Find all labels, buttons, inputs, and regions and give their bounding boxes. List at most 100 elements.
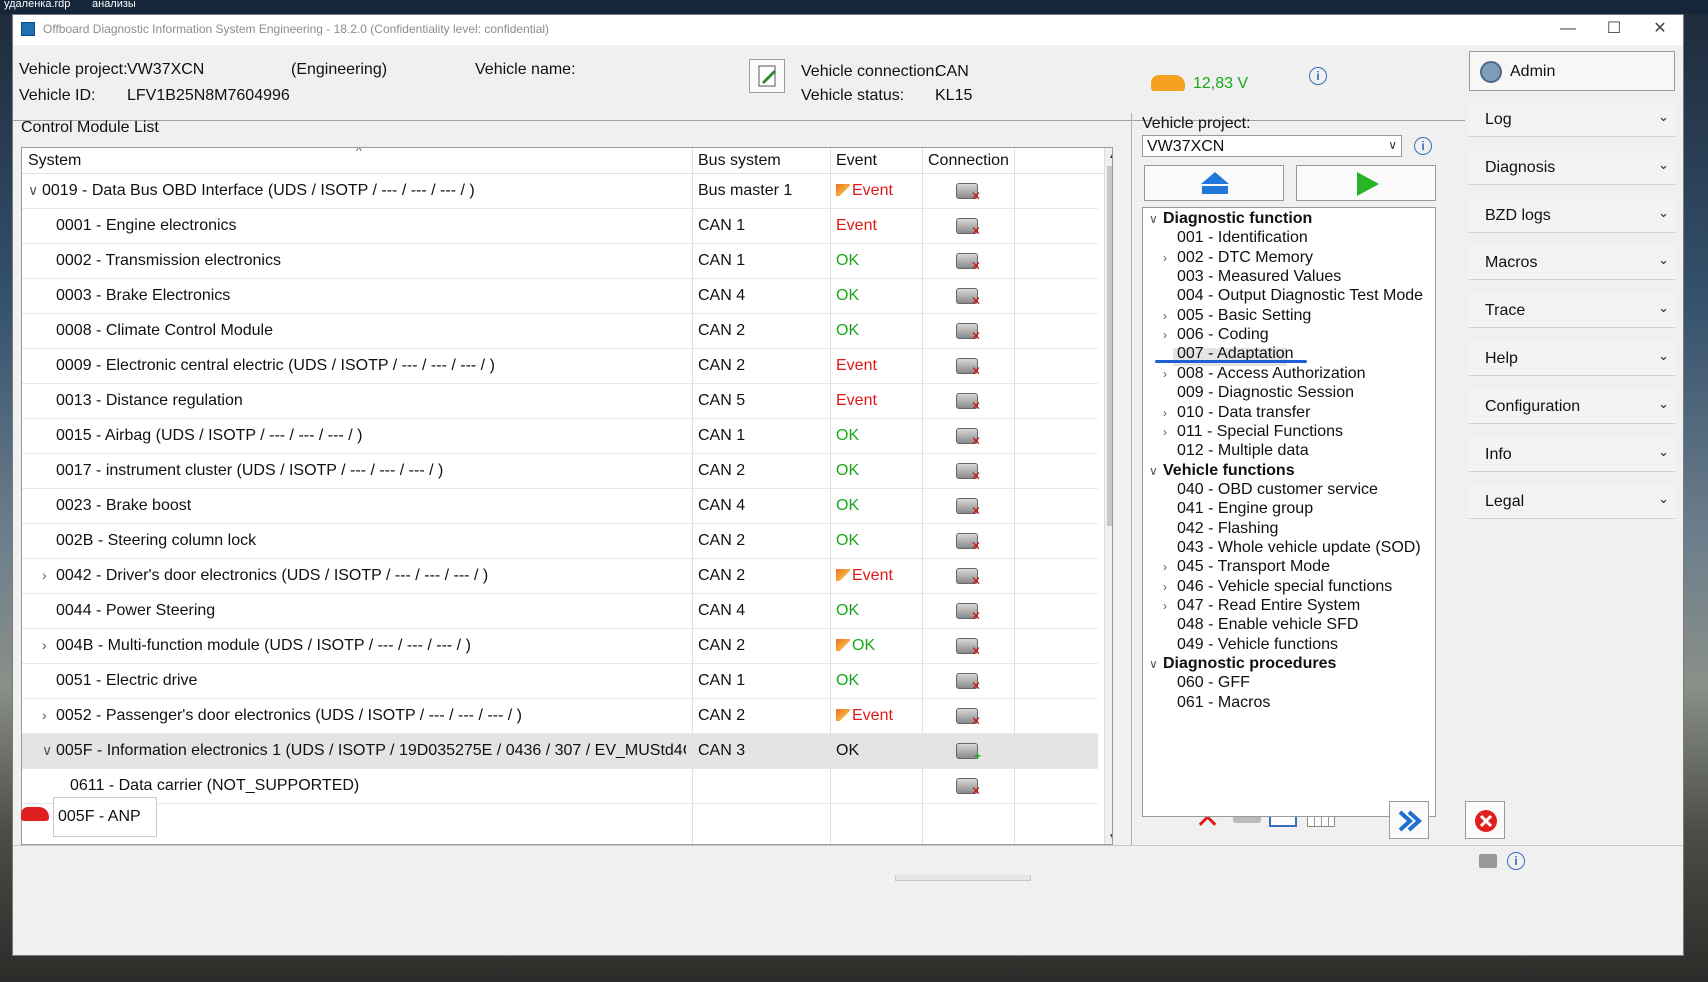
table-row[interactable]: › 0052 - Passenger's door electronics (UD… <box>22 699 1098 734</box>
table-row[interactable]: 0023 - Brake boost CAN 4 OK ✕ <box>22 489 1098 524</box>
upload-button[interactable] <box>1144 165 1284 201</box>
table-row[interactable]: 0008 - Climate Control Module CAN 2 OK ✕ <box>22 314 1098 349</box>
chevron-right-icon[interactable]: › <box>1163 425 1167 439</box>
tree-item[interactable]: 045 - Transport Mode <box>1177 558 1330 576</box>
tree-item[interactable]: 005 - Basic Setting <box>1177 307 1311 325</box>
sidebar-item-configuration[interactable]: Configuration ⌄ <box>1469 389 1675 424</box>
tree-item[interactable]: 043 - Whole vehicle update (SOD) <box>1177 539 1421 557</box>
table-row[interactable]: 0002 - Transmission electronics CAN 1 OK ✕ <box>22 244 1098 279</box>
connection-icon[interactable]: ✕ <box>956 253 981 272</box>
connection-icon[interactable]: ✕ <box>956 358 981 377</box>
chevron-right-icon[interactable]: › <box>42 637 47 653</box>
tree-group[interactable]: Diagnostic procedures <box>1163 655 1336 673</box>
edit-note-icon[interactable] <box>749 59 785 93</box>
close-window-button[interactable]: ✕ <box>1637 15 1683 45</box>
table-row[interactable]: 0015 - Airbag (UDS / ISOTP / --- / --- /… <box>22 419 1098 454</box>
tree-item[interactable]: 041 - Engine group <box>1177 500 1313 518</box>
connection-icon[interactable]: ✕ <box>956 778 981 797</box>
table-row[interactable]: 0044 - Power Steering CAN 4 OK ✕ <box>22 594 1098 629</box>
connection-icon[interactable]: ✕ <box>956 183 981 202</box>
run-button[interactable] <box>1296 165 1436 201</box>
chevron-right-icon[interactable]: › <box>1163 580 1167 594</box>
connection-icon[interactable]: ✕ <box>956 218 981 237</box>
tree-item[interactable]: 009 - Diagnostic Session <box>1177 384 1354 402</box>
table-row[interactable]: 0017 - instrument cluster (UDS / ISOTP /… <box>22 454 1098 489</box>
tree-item[interactable]: 060 - GFF <box>1177 674 1250 692</box>
minimize-button[interactable]: — <box>1545 15 1591 45</box>
tree-group[interactable]: Vehicle functions <box>1163 462 1295 480</box>
info-icon[interactable]: i <box>1414 137 1432 155</box>
table-row[interactable]: ∨ 0019 - Data Bus OBD Interface (UDS / IS… <box>22 174 1098 209</box>
table-vertical-scrollbar[interactable]: ▲ ▼ <box>1104 148 1112 844</box>
chevron-down-icon[interactable]: ∨ <box>1149 464 1158 478</box>
sidebar-item-legal[interactable]: Legal ⌄ <box>1469 485 1675 520</box>
table-row[interactable]: 0003 - Brake Electronics CAN 4 OK ✕ <box>22 279 1098 314</box>
connection-icon[interactable]: ✕ <box>956 708 981 727</box>
sidebar-item-help[interactable]: Help ⌄ <box>1469 342 1675 376</box>
chevron-down-icon[interactable]: ∨ <box>1149 657 1158 671</box>
chevron-right-icon[interactable]: › <box>1163 560 1167 574</box>
desktop-label[interactable]: удаленка.rdp <box>4 0 70 10</box>
tree-item[interactable]: 061 - Macros <box>1177 694 1270 712</box>
column-header-connection[interactable]: Connection <box>928 152 1009 170</box>
connection-icon[interactable]: ✕ <box>956 603 981 622</box>
desktop-label[interactable]: анализы <box>92 0 136 10</box>
tree-item[interactable]: 012 - Multiple data <box>1177 442 1309 460</box>
tree-item[interactable]: 010 - Data transfer <box>1177 404 1310 422</box>
table-row[interactable]: 0051 - Electric drive CAN 1 OK ✕ <box>22 664 1098 699</box>
tree-item[interactable]: 004 - Output Diagnostic Test Mode <box>1177 287 1423 305</box>
tree-item[interactable]: 040 - OBD customer service <box>1177 481 1378 499</box>
tree-item[interactable]: 008 - Access Authorization <box>1177 365 1366 383</box>
table-row[interactable]: 002B - Steering column lock CAN 2 OK ✕ <box>22 524 1098 559</box>
chevron-right-icon[interactable]: › <box>1163 367 1167 381</box>
sidebar-item-bzd-logs[interactable]: BZD logs ⌄ <box>1469 198 1675 233</box>
connection-icon[interactable]: ✕ <box>956 428 981 447</box>
connection-icon[interactable]: ✕ <box>956 498 981 517</box>
forward-button[interactable] <box>1389 801 1429 839</box>
connection-icon[interactable]: ✕ <box>956 288 981 307</box>
connection-icon[interactable]: ✕ <box>956 323 981 342</box>
connection-icon[interactable]: ✕ <box>956 638 981 657</box>
column-header-event[interactable]: Event <box>836 152 877 170</box>
scroll-up-icon[interactable]: ▲ <box>1108 150 1112 161</box>
scroll-thumb[interactable] <box>1107 166 1112 526</box>
table-row[interactable]: 0009 - Electronic central electric (UDS … <box>22 349 1098 384</box>
tree-item[interactable]: 049 - Vehicle functions <box>1177 636 1338 654</box>
tree-item[interactable]: 011 - Special Functions <box>1177 423 1343 441</box>
tree-group[interactable]: Diagnostic function <box>1163 210 1312 228</box>
tree-item[interactable]: 047 - Read Entire System <box>1177 597 1360 615</box>
table-row[interactable]: ∨ 005F - Information electronics 1 (UDS /… <box>22 734 1098 769</box>
maximize-button[interactable]: ☐ <box>1591 15 1637 45</box>
chevron-right-icon[interactable]: › <box>1163 406 1167 420</box>
vehicle-project-select[interactable]: VW37XCN ∨ <box>1142 135 1402 157</box>
table-row[interactable]: › 004B - Multi-function module (UDS / ISO… <box>22 629 1098 664</box>
sidebar-item-diagnosis[interactable]: Diagnosis ⌄ <box>1469 150 1675 185</box>
connection-icon[interactable]: ✕ <box>956 463 981 482</box>
connection-icon[interactable]: ✕ <box>956 568 981 587</box>
tree-item[interactable]: 001 - Identification <box>1177 229 1308 247</box>
table-row[interactable]: › 0042 - Driver's door electronics (UDS /… <box>22 559 1098 594</box>
tree-item[interactable]: 002 - DTC Memory <box>1177 249 1313 267</box>
tree-item[interactable]: 003 - Measured Values <box>1177 268 1341 286</box>
tree-item[interactable]: 042 - Flashing <box>1177 520 1278 538</box>
admin-button[interactable]: Admin <box>1469 51 1675 91</box>
chevron-down-icon[interactable]: ∨ <box>28 182 38 199</box>
camera-icon[interactable] <box>1479 854 1497 868</box>
chevron-right-icon[interactable]: › <box>1163 309 1167 323</box>
sidebar-item-log[interactable]: Log ⌄ <box>1469 103 1675 137</box>
chevron-right-icon[interactable]: › <box>42 707 47 723</box>
exit-button[interactable] <box>1465 801 1505 839</box>
sidebar-item-macros[interactable]: Macros ⌄ <box>1469 246 1675 281</box>
tree-item[interactable]: 006 - Coding <box>1177 326 1269 344</box>
chevron-down-icon[interactable]: ∨ <box>1149 212 1158 226</box>
table-row[interactable]: 0013 - Distance regulation CAN 5 Event ✕ <box>22 384 1098 419</box>
tree-item[interactable]: 048 - Enable vehicle SFD <box>1177 616 1358 634</box>
chevron-right-icon[interactable]: › <box>1163 251 1167 265</box>
tree-item[interactable]: 046 - Vehicle special functions <box>1177 578 1392 596</box>
table-row[interactable]: 0001 - Engine electronics CAN 1 Event ✕ <box>22 209 1098 244</box>
connection-icon[interactable]: ✕ <box>956 673 981 692</box>
connection-icon[interactable]: ✕ <box>956 533 981 552</box>
connection-icon[interactable]: ✕ <box>956 393 981 412</box>
chevron-right-icon[interactable]: › <box>1163 328 1167 342</box>
chevron-right-icon[interactable]: › <box>42 567 47 583</box>
